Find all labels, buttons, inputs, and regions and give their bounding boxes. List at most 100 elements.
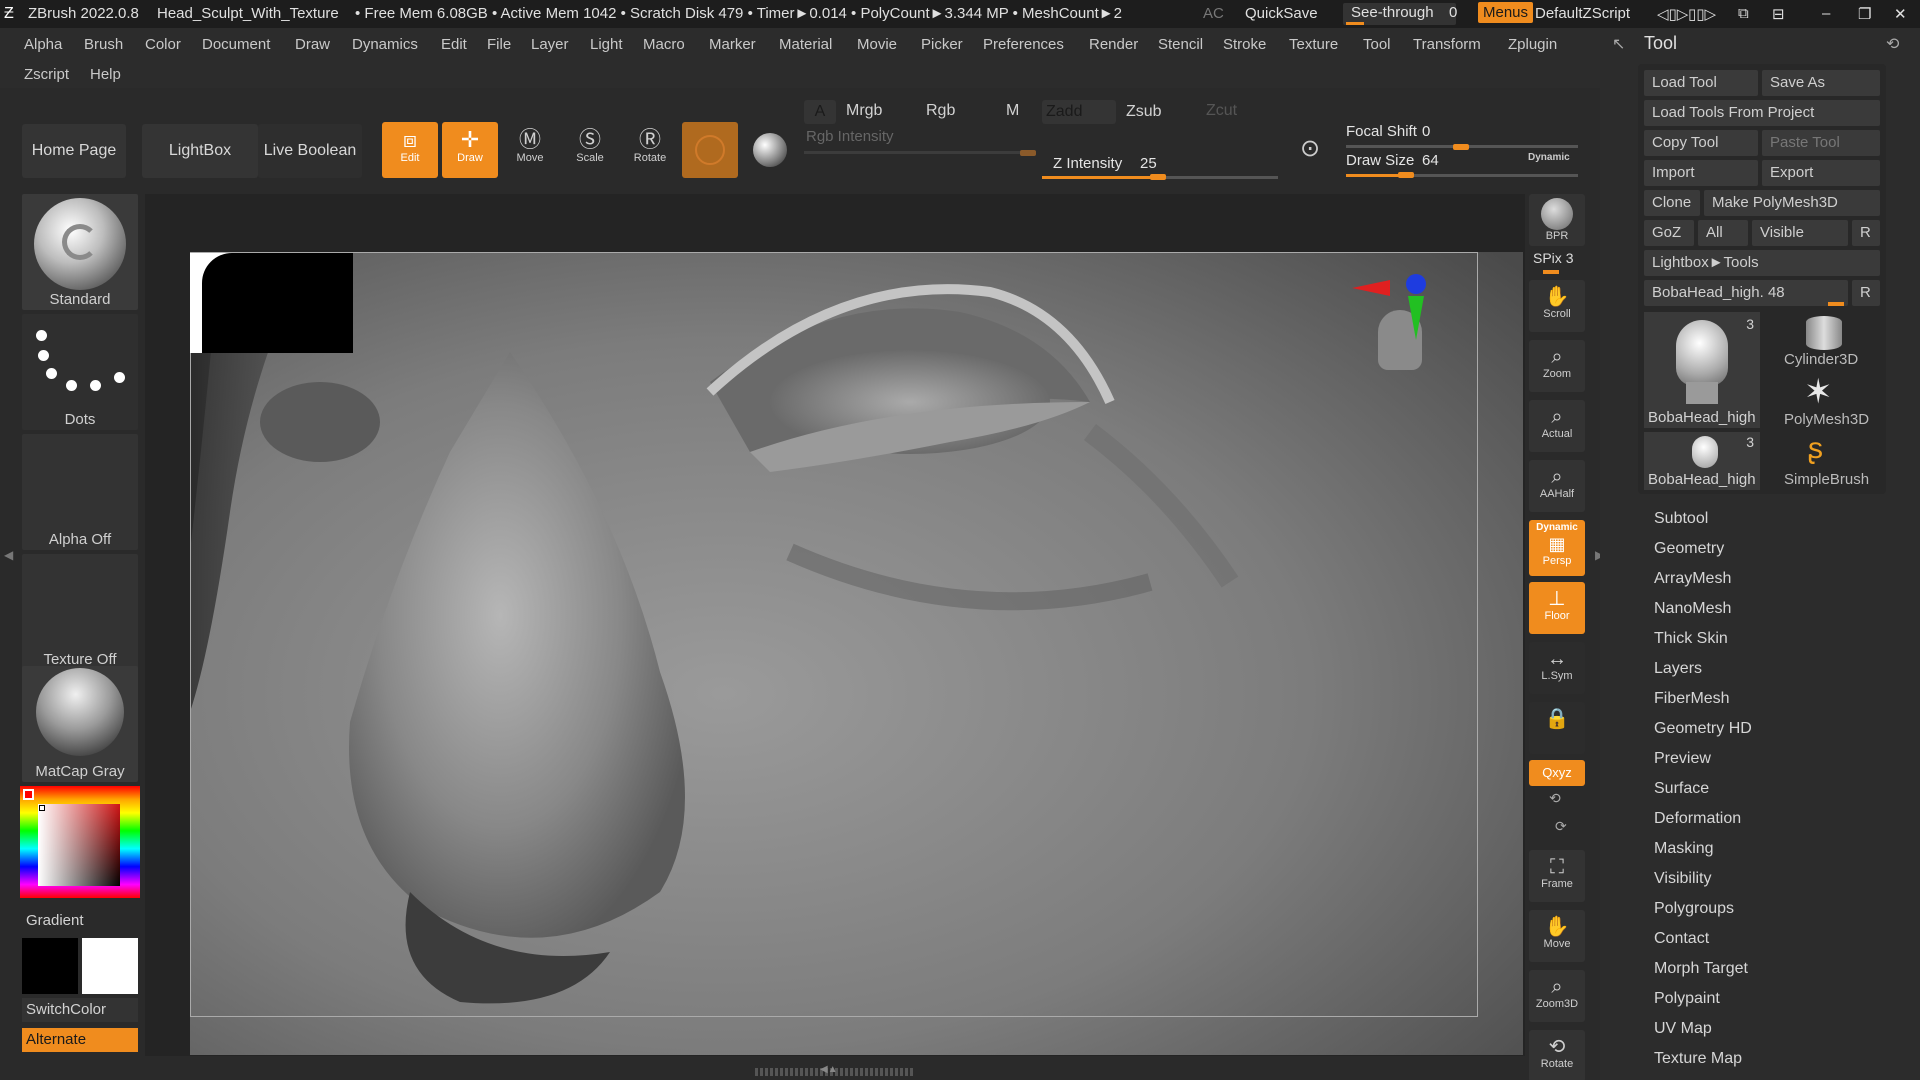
menus-toggle[interactable]: Menus	[1478, 2, 1534, 23]
menu-dynamics[interactable]: Dynamics	[352, 36, 418, 53]
rotate-button[interactable]: Ⓡ Rotate	[622, 122, 678, 178]
menu-movie[interactable]: Movie	[857, 36, 897, 53]
menu-render[interactable]: Render	[1089, 36, 1138, 53]
tool-thumb-bobahead-2[interactable]: 3 BobaHead_high	[1644, 432, 1760, 490]
a-toggle[interactable]: A	[804, 100, 836, 124]
frame-button[interactable]: ⛶ Frame	[1529, 850, 1585, 902]
subpalette-preview[interactable]: Preview	[1654, 750, 1711, 768]
quicksave-button[interactable]: QuickSave	[1245, 5, 1318, 22]
subpalette-geometry[interactable]: Geometry	[1654, 540, 1724, 558]
lsym-button[interactable]: ↔ L.Sym	[1529, 642, 1585, 694]
menu-draw[interactable]: Draw	[295, 36, 330, 53]
import-button[interactable]: Import	[1644, 160, 1758, 186]
subpalette-nanomesh[interactable]: NanoMesh	[1654, 600, 1731, 618]
menu-macro[interactable]: Macro	[643, 36, 685, 53]
load-tool-button[interactable]: Load Tool	[1644, 70, 1758, 96]
draw-button[interactable]: ✛ Draw	[442, 122, 498, 178]
menu-help[interactable]: Help	[90, 66, 121, 83]
rotate-view-button[interactable]: ⟲ Rotate	[1529, 1030, 1585, 1080]
rgb-intensity-knob[interactable]	[1020, 150, 1036, 156]
gradient-label[interactable]: Gradient	[26, 912, 84, 929]
bpr-button[interactable]: BPR	[1529, 194, 1585, 246]
goz-button[interactable]: GoZ	[1644, 220, 1694, 246]
copy-tool-button[interactable]: Copy Tool	[1644, 130, 1758, 156]
spix-slider[interactable]: SPix 3	[1533, 250, 1573, 266]
all-button[interactable]: All	[1698, 220, 1748, 246]
draw-size-knob[interactable]	[1398, 172, 1414, 178]
subpalette-arraymesh[interactable]: ArrayMesh	[1654, 570, 1731, 588]
move-view-button[interactable]: ✋ Move	[1529, 910, 1585, 962]
secondary-color-swatch[interactable]	[82, 938, 138, 994]
subpalette-layers[interactable]: Layers	[1654, 660, 1702, 678]
tool-thumb-bobahead-1[interactable]: 3 BobaHead_high	[1644, 312, 1760, 428]
subpalette-subtool[interactable]: Subtool	[1654, 510, 1708, 528]
subpalette-polypaint[interactable]: Polypaint	[1654, 990, 1720, 1008]
menu-document[interactable]: Document	[202, 36, 270, 53]
live-boolean-button[interactable]: Live Boolean	[258, 124, 362, 178]
aahalf-button[interactable]: ⌕ AAHalf	[1529, 460, 1585, 512]
make-polymesh3d-button[interactable]: Make PolyMesh3D	[1704, 190, 1880, 216]
save-as-button[interactable]: Save As	[1762, 70, 1880, 96]
pin-icon[interactable]: ↖	[1612, 34, 1625, 54]
z-intensity-knob[interactable]	[1150, 174, 1166, 180]
edit-button[interactable]: ⧈ Edit	[382, 122, 438, 178]
menu-tool[interactable]: Tool	[1363, 36, 1391, 53]
subpalette-polygroups[interactable]: Polygroups	[1654, 900, 1734, 918]
zadd-toggle[interactable]: Zadd	[1042, 100, 1116, 124]
stroke-selector[interactable]: Dots	[22, 314, 138, 430]
material-swatch-button[interactable]	[682, 122, 738, 178]
color-marker[interactable]	[39, 805, 45, 811]
rgb-intensity-slider[interactable]	[804, 151, 1036, 154]
actual-button[interactable]: ⌕ Actual	[1529, 400, 1585, 452]
subpalette-surface[interactable]: Surface	[1654, 780, 1709, 798]
lock-button[interactable]: 🔒	[1529, 702, 1585, 754]
menu-stroke[interactable]: Stroke	[1223, 36, 1266, 53]
lightbox-tools-button[interactable]: Lightbox►Tools	[1644, 250, 1880, 276]
load-tools-from-project-button[interactable]: Load Tools From Project	[1644, 100, 1880, 126]
menu-picker[interactable]: Picker	[921, 36, 963, 53]
spix-knob[interactable]	[1543, 270, 1559, 274]
y-rotate-icon[interactable]: ⟲	[1549, 790, 1561, 807]
ac-indicator[interactable]: AC	[1203, 5, 1224, 22]
floor-button[interactable]: ⊥ Floor	[1529, 582, 1585, 634]
layout-icon-2[interactable]: ▯▯▷	[1688, 5, 1716, 23]
mrgb-toggle[interactable]: Mrgb	[846, 102, 882, 120]
menu-marker[interactable]: Marker	[709, 36, 756, 53]
navigation-gizmo[interactable]	[1352, 274, 1428, 410]
tool-thumb-polymesh3d[interactable]: ✶ PolyMesh3D	[1764, 372, 1880, 430]
menu-texture[interactable]: Texture	[1289, 36, 1338, 53]
menu-transform[interactable]: Transform	[1413, 36, 1481, 53]
default-zscript[interactable]: DefaultZScript	[1535, 5, 1630, 22]
zsub-toggle[interactable]: Zsub	[1126, 103, 1162, 121]
texture-selector[interactable]: Texture Off	[22, 554, 138, 670]
restore-icon[interactable]: ❐	[1858, 5, 1871, 23]
switchcolor-button[interactable]: SwitchColor	[22, 998, 138, 1022]
z-rotate-icon[interactable]: ⟳	[1555, 818, 1567, 835]
scale-button[interactable]: Ⓢ Scale	[562, 122, 618, 178]
dynamic-toggle[interactable]: Dynamic	[1528, 152, 1570, 163]
layout-icon-1[interactable]: ◁▯▷	[1657, 5, 1688, 23]
alpha-selector[interactable]: Alpha Off	[22, 434, 138, 550]
clone-button[interactable]: Clone	[1644, 190, 1700, 216]
zoom3d-button[interactable]: ⌕ Zoom3D	[1529, 970, 1585, 1022]
xyz-rotate-button[interactable]: Qxyz	[1529, 760, 1585, 786]
zcut-toggle[interactable]: Zcut	[1206, 102, 1237, 120]
menu-stencil[interactable]: Stencil	[1158, 36, 1203, 53]
menu-light[interactable]: Light	[590, 36, 623, 53]
sculpt-viewport[interactable]	[190, 252, 1523, 1055]
material-selector[interactable]: MatCap Gray	[22, 666, 138, 782]
focal-shift-knob[interactable]	[1453, 144, 1469, 150]
subpalette-deformation[interactable]: Deformation	[1654, 810, 1741, 828]
current-tool-r-button[interactable]: R	[1852, 280, 1880, 306]
hue-marker[interactable]	[23, 789, 34, 800]
menu-alpha[interactable]: Alpha	[24, 36, 62, 53]
menu-material[interactable]: Material	[779, 36, 832, 53]
menu-preferences[interactable]: Preferences	[983, 36, 1064, 53]
subpalette-geometry-hd[interactable]: Geometry HD	[1654, 720, 1752, 738]
subpalette-masking[interactable]: Masking	[1654, 840, 1714, 858]
left-tray-arrow-icon[interactable]: ◀	[4, 548, 13, 562]
ui-layout-icon[interactable]: ⧉	[1738, 5, 1749, 22]
rgb-toggle[interactable]: Rgb	[926, 102, 955, 120]
export-button[interactable]: Export	[1762, 160, 1880, 186]
color-picker[interactable]	[20, 786, 140, 898]
